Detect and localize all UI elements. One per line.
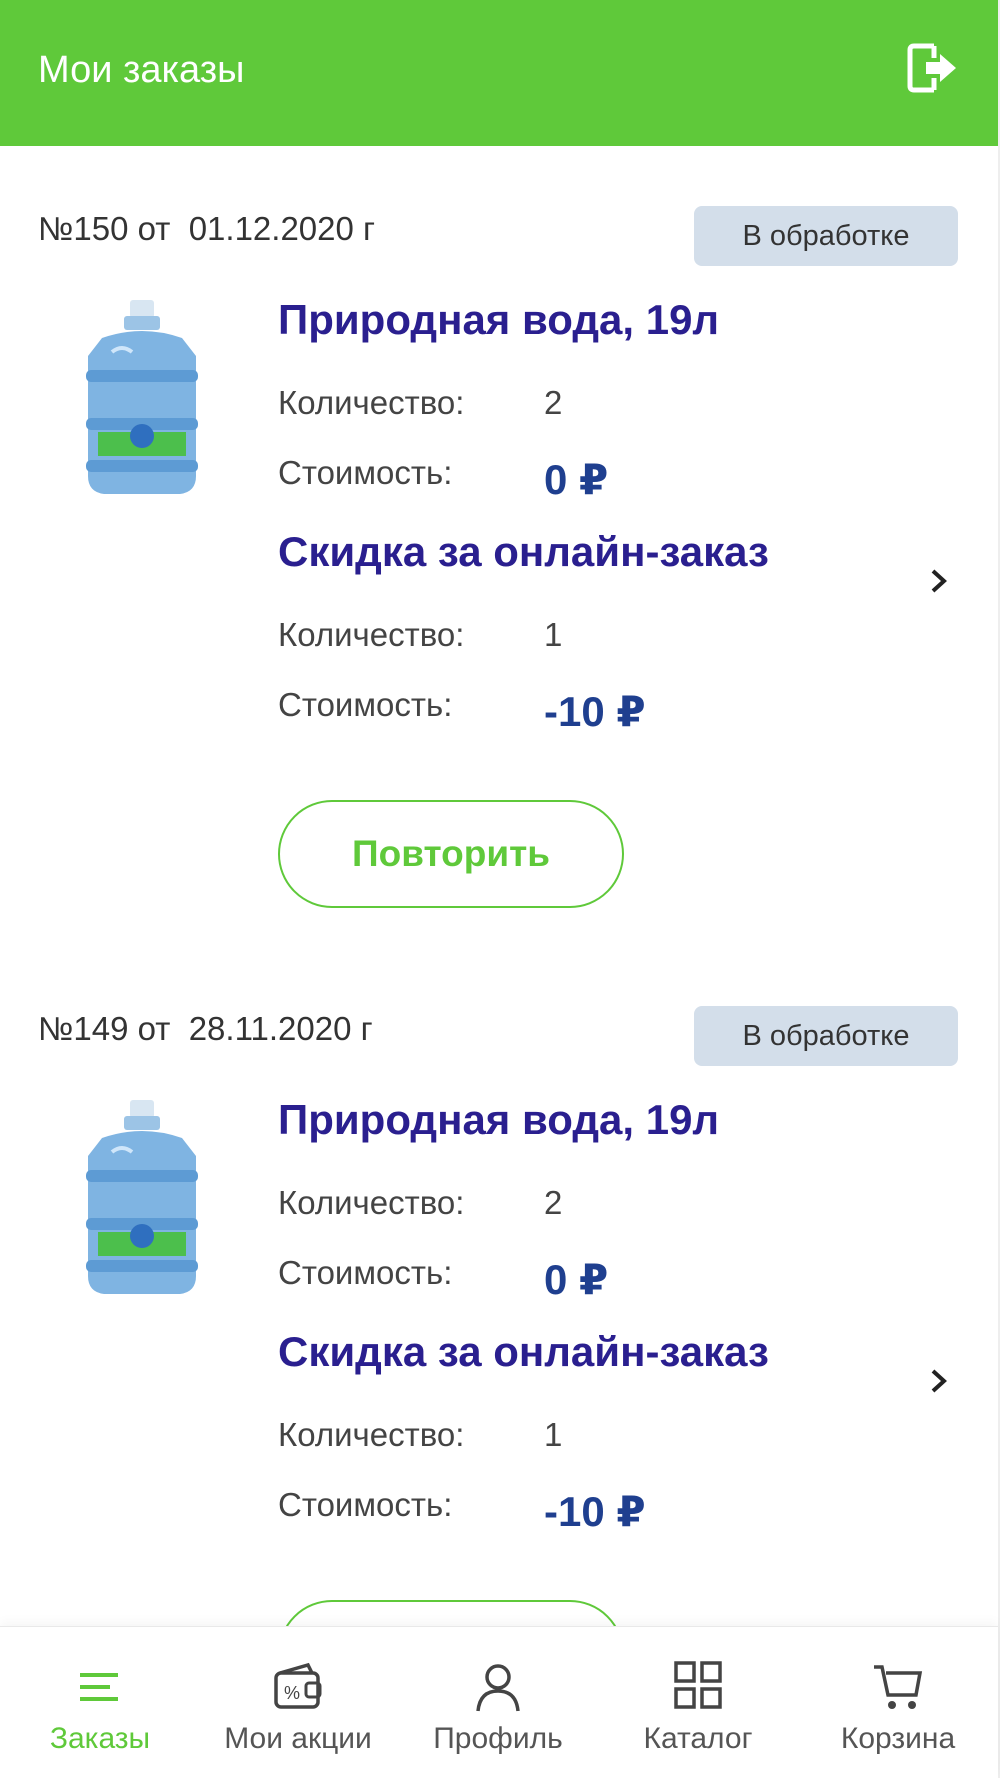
nav-label: Каталог [643,1722,753,1755]
status-badge: В обработке [694,1006,958,1066]
water-bottle-image [72,300,212,500]
item-title: Скидка за онлайн-заказ [278,528,769,575]
page-title: Мои заказы [38,49,245,91]
header-bar: Мои заказы [0,0,998,146]
quantity-value: 1 [544,1416,563,1453]
price-label: Стоимость: [278,454,453,491]
quantity-label: Количество: [278,616,465,653]
price-label: Стоимость: [278,1486,453,1523]
user-icon [470,1659,526,1715]
price-value: 0 ₽ [544,1256,609,1303]
order-number: №150 от 01.12.2020 г [38,210,376,247]
price-value: -10 ₽ [544,688,646,735]
chevron-right-icon[interactable] [926,566,952,596]
nav-item-orders[interactable]: Заказы [0,1627,200,1778]
water-bottle-image [72,1100,212,1300]
app: Мои заказы №150 от 01.12.2020 г В обрабо… [0,0,1000,1778]
quantity-value: 2 [544,384,563,421]
chevron-right-icon[interactable] [926,1366,952,1396]
nav-item-catalog[interactable]: Каталог [598,1627,798,1778]
item-title: Природная вода, 19л [278,296,720,343]
quantity-label: Количество: [278,1416,465,1453]
nav-label: Корзина [840,1722,956,1755]
svg-text:%: % [284,1683,300,1703]
repeat-order-button[interactable]: Повторить [278,800,624,908]
grid-icon [670,1659,726,1715]
item-title: Скидка за онлайн-заказ [278,1328,769,1375]
quantity-value: 2 [544,1184,563,1221]
nav-item-promotions[interactable]: % Мои акции [198,1627,398,1778]
orders-list-icon [72,1659,128,1715]
item-title: Природная вода, 19л [278,1096,720,1143]
price-label: Стоимость: [278,686,453,723]
bottom-navigation: Заказы % Мои акции Профиль Каталог Корзи… [0,1626,998,1778]
quantity-label: Количество: [278,1184,465,1221]
quantity-label: Количество: [278,384,465,421]
order-number: №149 от 28.11.2020 г [38,1010,373,1047]
cart-icon [870,1659,926,1715]
wallet-discount-icon: % [270,1659,326,1715]
quantity-value: 1 [544,616,563,653]
price-value: 0 ₽ [544,456,609,503]
nav-label: Заказы [49,1722,151,1755]
nav-label: Профиль [433,1722,563,1755]
nav-label: Мои акции [224,1722,372,1755]
status-badge: В обработке [694,206,958,266]
nav-item-profile[interactable]: Профиль [398,1627,598,1778]
price-label: Стоимость: [278,1254,453,1291]
logout-icon[interactable] [904,40,960,96]
nav-item-cart[interactable]: Корзина [798,1627,998,1778]
price-value: -10 ₽ [544,1488,646,1535]
